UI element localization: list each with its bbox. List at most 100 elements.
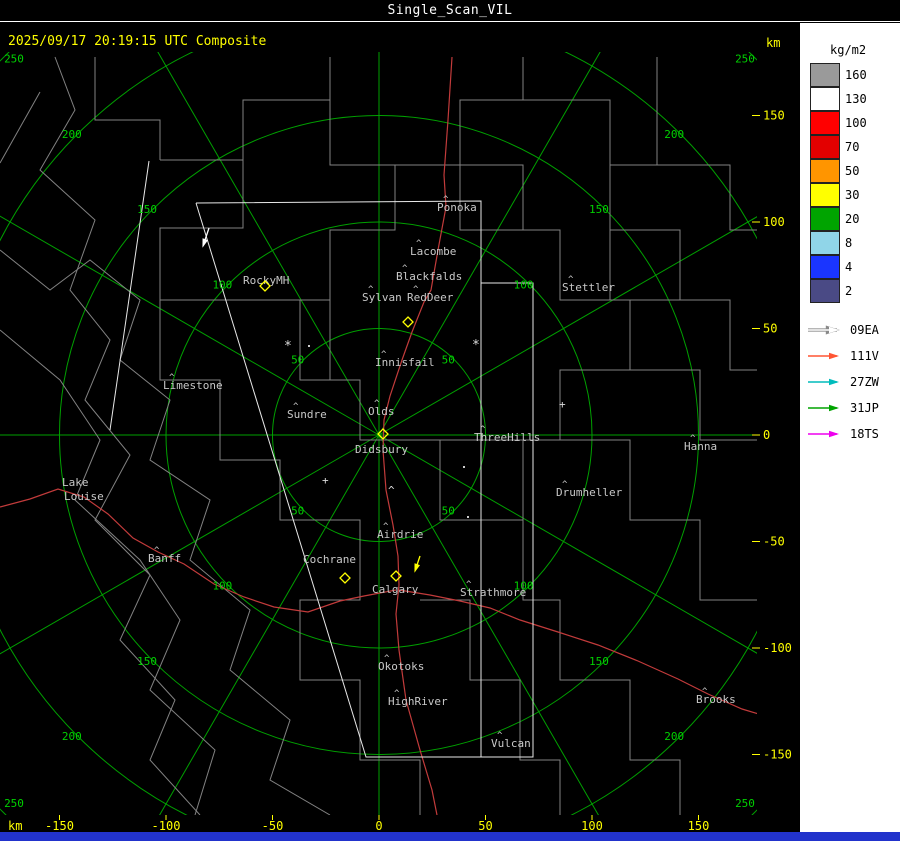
scale-row: 130 bbox=[800, 87, 900, 111]
city-location-marker: ^ bbox=[466, 580, 472, 590]
scale-value-label: 8 bbox=[845, 236, 853, 250]
station-diamond-marker bbox=[402, 316, 414, 328]
legend-panel: kg/m2 160 130 100 70 50 30 20 8 4 2 09EA 111V 27ZW 3… bbox=[800, 23, 900, 832]
scale-color-swatch bbox=[810, 87, 840, 111]
scale-color-swatch bbox=[810, 279, 840, 303]
range-ring-label: 50 bbox=[291, 354, 304, 367]
bottom-status-bar bbox=[0, 832, 900, 841]
scale-value-label: 2 bbox=[845, 284, 853, 298]
legend-unit-label: kg/m2 bbox=[830, 43, 867, 57]
station-diamond-marker bbox=[339, 572, 351, 584]
x-axis-tick-label: -150 bbox=[45, 819, 74, 832]
y-axis-tick-label: 0 bbox=[763, 428, 770, 442]
city-location-marker: ^ bbox=[413, 285, 419, 295]
scale-row: 70 bbox=[800, 135, 900, 159]
station-diamond-marker bbox=[390, 570, 402, 582]
track-arrow-icon bbox=[808, 430, 839, 438]
city-label: Hanna bbox=[684, 440, 717, 453]
range-ring-label: 250 bbox=[735, 52, 755, 65]
range-ring-label: 150 bbox=[589, 655, 609, 668]
scale-value-label: 50 bbox=[845, 164, 860, 178]
obs-asterisk-marker: * bbox=[472, 338, 480, 353]
city-location-marker: ^ bbox=[690, 434, 696, 444]
x-axis-tick-label: 50 bbox=[478, 819, 492, 832]
obs-dot-marker bbox=[308, 345, 310, 347]
scale-color-swatch bbox=[810, 63, 840, 87]
range-ring-label: 250 bbox=[735, 797, 755, 810]
city-location-marker: ^ bbox=[480, 425, 486, 435]
scale-color-swatch bbox=[810, 231, 840, 255]
range-ring-label: 250 bbox=[4, 797, 24, 810]
x-axis-tick-label: -100 bbox=[152, 819, 181, 832]
track-arrow-icon bbox=[808, 352, 839, 360]
city-location-marker: ^ bbox=[374, 399, 380, 409]
scale-color-swatch bbox=[810, 135, 840, 159]
obs-plus-marker: + bbox=[559, 398, 566, 411]
range-ring-label: 200 bbox=[62, 730, 82, 743]
radar-app-window: Single_Scan_VIL 50 50 50 50 100 100 100 100 150 1… bbox=[0, 0, 900, 841]
track-arrow-icon bbox=[808, 378, 839, 386]
city-label: Didsbury bbox=[355, 443, 408, 456]
storm-track-arrows bbox=[202, 227, 421, 573]
obs-asterisk-marker: * bbox=[284, 339, 292, 354]
city-location-marker: ^ bbox=[497, 731, 503, 741]
range-ring-label: 150 bbox=[137, 203, 157, 216]
track-legend-row: 111V bbox=[800, 343, 900, 369]
track-legend-row: 18TS bbox=[800, 421, 900, 447]
scale-color-swatch bbox=[810, 183, 840, 207]
range-ring-label: 200 bbox=[664, 128, 684, 141]
scale-value-label: 70 bbox=[845, 140, 860, 154]
scale-row: 8 bbox=[800, 231, 900, 255]
city-labels: Ponoka^Lacombe^Blackfalds^Sylvan^RedDeer… bbox=[62, 195, 736, 750]
axis-labels: -150 -100 -50 0 50 100 150 150 100 50 0 -50 -100 -150 bbox=[45, 109, 792, 833]
range-ring-label: 200 bbox=[664, 730, 684, 743]
track-id-label: 09EA bbox=[850, 323, 879, 337]
scale-value-label: 130 bbox=[845, 92, 867, 106]
city-location-marker: ^ bbox=[381, 350, 387, 360]
obs-plus-marker: + bbox=[322, 474, 329, 487]
city-location-marker: ^ bbox=[384, 654, 390, 664]
track-id-label: 111V bbox=[850, 349, 879, 363]
y-axis-tick-label: 150 bbox=[763, 109, 785, 123]
title-bar[interactable]: Single_Scan_VIL bbox=[0, 0, 900, 22]
city-location-marker: ^ bbox=[394, 689, 400, 699]
track-id-label: 18TS bbox=[850, 427, 879, 441]
scale-row: 160 bbox=[800, 63, 900, 87]
scale-value-label: 20 bbox=[845, 212, 860, 226]
city-label: RockyMH bbox=[243, 274, 289, 287]
city-label: Lake bbox=[62, 476, 89, 489]
radar-map[interactable]: 50 50 50 50 100 100 100 100 150 150 150 150 200 200 20… bbox=[0, 23, 800, 832]
scan-timestamp: 2025/09/17 20:19:15 UTC Composite bbox=[8, 34, 267, 49]
city-location-marker: ^ bbox=[402, 264, 408, 274]
range-ring-label: 200 bbox=[62, 128, 82, 141]
y-axis-tick-label: -150 bbox=[763, 748, 792, 762]
y-axis-tick-label: -50 bbox=[763, 535, 785, 549]
obs-dot-marker bbox=[467, 516, 469, 518]
range-ring-label: 100 bbox=[212, 580, 232, 593]
city-location-marker: ^ bbox=[154, 546, 160, 556]
y-axis-tick-label: -100 bbox=[763, 641, 792, 655]
track-legend-row: 09EA bbox=[800, 317, 900, 343]
range-ring-label: 150 bbox=[589, 203, 609, 216]
track-legend-row: 31JP bbox=[800, 395, 900, 421]
range-ring-label: 150 bbox=[137, 655, 157, 668]
y-axis-unit-label: km bbox=[766, 36, 781, 50]
city-location-marker: ^ bbox=[368, 285, 374, 295]
scale-row: 4 bbox=[800, 255, 900, 279]
range-ring-label: 100 bbox=[514, 278, 534, 291]
range-ring-label: 100 bbox=[212, 278, 232, 291]
x-axis-tick-label: 150 bbox=[688, 819, 710, 832]
city-location-marker: ^ bbox=[702, 687, 708, 697]
city-location-marker: ^ bbox=[568, 275, 574, 285]
city-label: Banff bbox=[148, 552, 181, 565]
range-ring-label: 50 bbox=[442, 504, 455, 517]
y-axis-tick-label: 100 bbox=[763, 215, 785, 229]
city-label: Louise bbox=[64, 490, 104, 503]
scale-color-swatch bbox=[810, 207, 840, 231]
track-arrow-icon bbox=[808, 325, 840, 335]
city-label: Olds bbox=[368, 405, 395, 418]
scale-row: 20 bbox=[800, 207, 900, 231]
scale-row: 2 bbox=[800, 279, 900, 303]
range-ring-label: 250 bbox=[4, 52, 24, 65]
range-ring-label: 50 bbox=[442, 354, 455, 367]
